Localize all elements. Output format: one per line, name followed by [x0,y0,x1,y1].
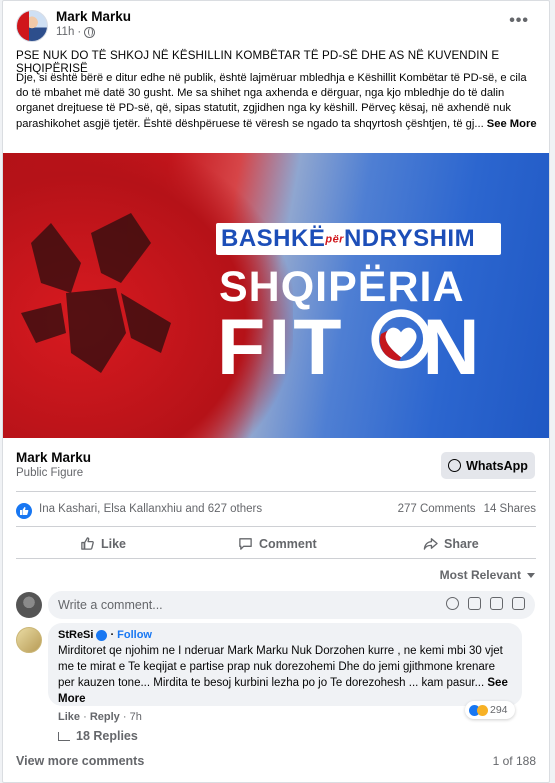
share-button[interactable]: Share [423,536,479,551]
hero-line2: FIT N [217,301,483,393]
author-name[interactable]: Mark Marku [56,9,131,24]
eagle-emblem-icon [21,213,171,373]
reaction-names[interactable]: Ina Kashari, Elsa Kallanxhiu and 627 oth… [39,503,262,515]
heart-o-icon [371,309,431,369]
share-label: Share [444,536,479,551]
like-button[interactable]: Like [80,536,126,551]
see-more-link[interactable]: See More [487,118,537,130]
follow-button[interactable]: Follow [117,629,152,641]
engagement-counts: 277 Comments 14 Shares [398,503,536,515]
badge-right: NDRYSHIM [343,225,476,252]
hero-line2-a: FIT [217,302,345,391]
badge-per: për [325,233,344,246]
shares-count[interactable]: 14 Shares [484,503,536,515]
comment-header: StReSi · Follow [58,629,152,641]
comment-sort-dropdown[interactable]: Most Relevant [440,568,535,582]
badge-text: BASHKËpërNDRYSHIM [221,225,475,253]
whatsapp-icon [448,459,462,472]
comment-icon [239,538,252,550]
divider [16,526,536,527]
emoji-icon[interactable] [446,597,459,610]
comment-reactions[interactable]: 294 [465,701,515,719]
like-label: Like [101,536,127,551]
divider [16,558,536,559]
comment-button[interactable]: Comment [238,536,317,551]
current-user-avatar[interactable] [16,592,42,618]
post-card: Mark Marku 11h · ••• PSE NUK DO TË SHKOJ… [2,0,550,783]
post-meta: 11h · [56,26,96,38]
commenter-avatar[interactable] [16,627,42,653]
comment-reply-button[interactable]: Reply [90,711,120,723]
comment-actions: Like · Reply · 7h [58,711,142,723]
author-avatar[interactable] [16,10,48,42]
post-body-text: Dje, si është bërë e ditur edhe në publi… [16,72,527,130]
haha-reaction-icon [477,704,488,716]
replies-label: 18 Replies [76,729,138,743]
like-reaction-icon[interactable] [16,503,32,519]
globe-icon [84,26,96,38]
sticker-icon[interactable] [512,597,525,610]
page-name[interactable]: Mark Marku [16,450,91,465]
share-icon [423,538,438,550]
view-replies-button[interactable]: 18 Replies [58,729,138,743]
post-body: Dje, si është bërë e ditur edhe në publi… [16,71,541,132]
gif-icon[interactable] [490,597,503,610]
comment-like-button[interactable]: Like [58,711,80,723]
page-category: Public Figure [16,467,84,479]
comment-time[interactable]: 7h [130,711,142,723]
comment-placeholder: Write a comment... [58,598,163,612]
commenter-name[interactable]: StReSi [58,629,93,641]
whatsapp-label: WhatsApp [466,458,528,473]
thumbs-up-icon [81,537,94,550]
comment-pager: 1 of 188 [492,754,536,768]
comment-text: Mirditoret qe njohim ne I nderuar Mark M… [58,643,513,707]
comment-input-icons [446,597,525,610]
view-more-comments-link[interactable]: View more comments [16,754,144,768]
comment-label: Comment [259,536,317,551]
post-time[interactable]: 11h [56,26,74,38]
more-options-icon[interactable]: ••• [509,12,529,30]
post-image[interactable]: BASHKËpërNDRYSHIM SHQIPËRIA FIT N [3,153,549,438]
comment-reaction-count: 294 [490,704,508,716]
verified-badge-icon [96,629,108,641]
camera-icon[interactable] [468,597,481,610]
comments-count[interactable]: 277 Comments [398,503,476,515]
reply-arrow-icon [58,731,70,741]
badge-left: BASHKË [221,225,326,252]
divider [16,491,536,492]
comment-input[interactable]: Write a comment... [48,591,535,619]
comment-body: Mirditoret qe njohim ne I nderuar Mark M… [58,645,503,689]
whatsapp-button[interactable]: WhatsApp [441,452,535,479]
